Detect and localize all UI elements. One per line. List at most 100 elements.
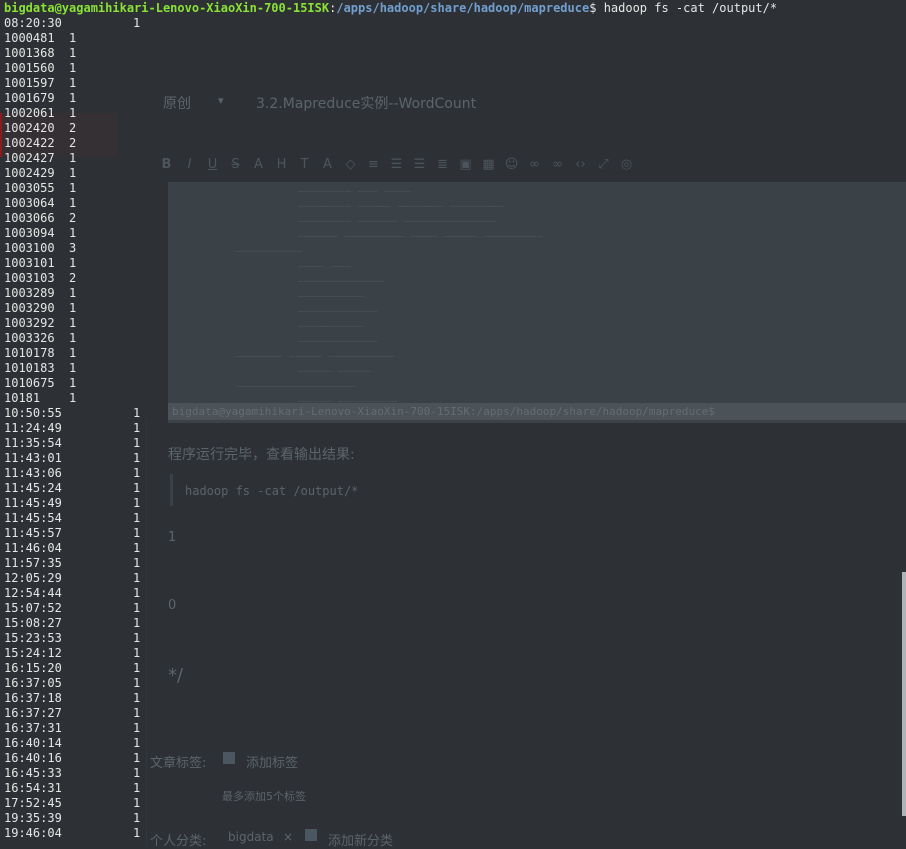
output-key: 11:43:01 [4,451,62,465]
output-key: 1003103 [4,271,55,285]
output-count: 1 [133,16,141,30]
output-count: 1 [69,181,77,195]
output-count: 1 [69,196,77,210]
output-count: 2 [69,136,77,150]
output-count: 1 [133,736,141,750]
output-key: 1010183 [4,361,55,375]
output-key: 1002420 [4,121,55,135]
output-key: 16:37:27 [4,706,62,720]
shell-prompt: bigdata@yagamihikari-Lenovo-XiaoXin-700-… [4,1,777,16]
output-key: 1003100 [4,241,55,255]
output-count: 1 [69,76,77,90]
output-count: 1 [133,451,141,465]
output-count: 1 [133,541,141,555]
output-key: 12:54:44 [4,586,62,600]
prompt-command: hadoop fs -cat /output/* [603,1,778,15]
output-key: 15:23:53 [4,631,62,645]
output-key: 15:07:52 [4,601,62,615]
output-key: 16:37:31 [4,721,62,735]
output-key: 1003066 [4,211,55,225]
output-count: 1 [133,556,141,570]
output-count: 1 [69,331,77,345]
output-key: 16:40:14 [4,736,62,750]
output-key: 1003064 [4,196,55,210]
output-count: 1 [133,631,141,645]
output-count: 2 [69,121,77,135]
output-count: 1 [133,706,141,720]
output-key: 16:15:20 [4,661,62,675]
output-count: 1 [133,646,141,660]
output-count: 1 [69,46,77,60]
output-count: 1 [69,91,77,105]
output-count: 1 [133,751,141,765]
output-key: 1003055 [4,181,55,195]
output-count: 3 [69,241,77,255]
output-count: 1 [69,361,77,375]
output-count: 1 [69,301,77,315]
output-count: 1 [69,286,77,300]
output-key: 10181 [4,391,41,405]
output-key: 16:37:05 [4,676,62,690]
output-count: 2 [69,271,77,285]
output-count: 1 [69,391,77,405]
output-count: 1 [133,421,141,435]
output-count: 1 [69,316,77,330]
output-count: 1 [133,586,141,600]
output-key: 1002061 [4,106,55,120]
output-count: 1 [133,616,141,630]
terminal-output[interactable]: bigdata@yagamihikari-Lenovo-XiaoXin-700-… [0,0,906,846]
output-key: 1003289 [4,286,55,300]
output-count: 1 [133,466,141,480]
output-key: 1010178 [4,346,55,360]
output-key: 16:37:18 [4,691,62,705]
prompt-path: /apps/hadoop/share/hadoop/mapreduce [336,1,590,15]
output-key: 1003292 [4,316,55,330]
output-key: 11:35:54 [4,436,62,450]
output-key: 1001560 [4,61,55,75]
output-key: 1001597 [4,76,55,90]
output-key: 11:46:04 [4,541,62,555]
output-count: 1 [133,781,141,795]
output-count: 1 [133,661,141,675]
output-key: 1000481 [4,31,55,45]
output-key: 12:05:29 [4,571,62,585]
output-count: 1 [69,61,77,75]
output-count: 1 [133,571,141,585]
output-count: 1 [133,796,141,810]
output-key: 11:57:35 [4,556,62,570]
output-key: 16:40:16 [4,751,62,765]
output-count: 1 [133,601,141,615]
output-count: 1 [133,511,141,525]
output-key: 11:45:57 [4,526,62,540]
output-key: 11:45:54 [4,511,62,525]
output-count: 1 [133,481,141,495]
output-key: 11:45:49 [4,496,62,510]
output-count: 1 [133,721,141,735]
output-key: 17:52:45 [4,796,62,810]
output-key: 1001679 [4,91,55,105]
output-key: 16:54:31 [4,781,62,795]
output-count: 1 [133,826,141,840]
output-key: 16:45:33 [4,766,62,780]
output-key: 1003094 [4,226,55,240]
output-count: 1 [133,811,141,825]
output-count: 1 [69,31,77,45]
output-count: 1 [133,691,141,705]
output-key: 1003101 [4,256,55,270]
output-count: 1 [133,496,141,510]
output-count: 1 [69,226,77,240]
output-key: 1001368 [4,46,55,60]
output-key: 11:45:24 [4,481,62,495]
output-count: 1 [133,526,141,540]
output-count: 1 [69,106,77,120]
output-key: 1010675 [4,376,55,390]
output-count: 1 [69,166,77,180]
output-key: 1002422 [4,136,55,150]
output-count: 1 [69,376,77,390]
output-count: 1 [133,436,141,450]
output-key: 1003326 [4,331,55,345]
output-count: 1 [69,151,77,165]
output-count: 1 [69,256,77,270]
output-count: 1 [69,346,77,360]
prompt-user-host: bigdata@yagamihikari-Lenovo-XiaoXin-700-… [4,1,330,15]
